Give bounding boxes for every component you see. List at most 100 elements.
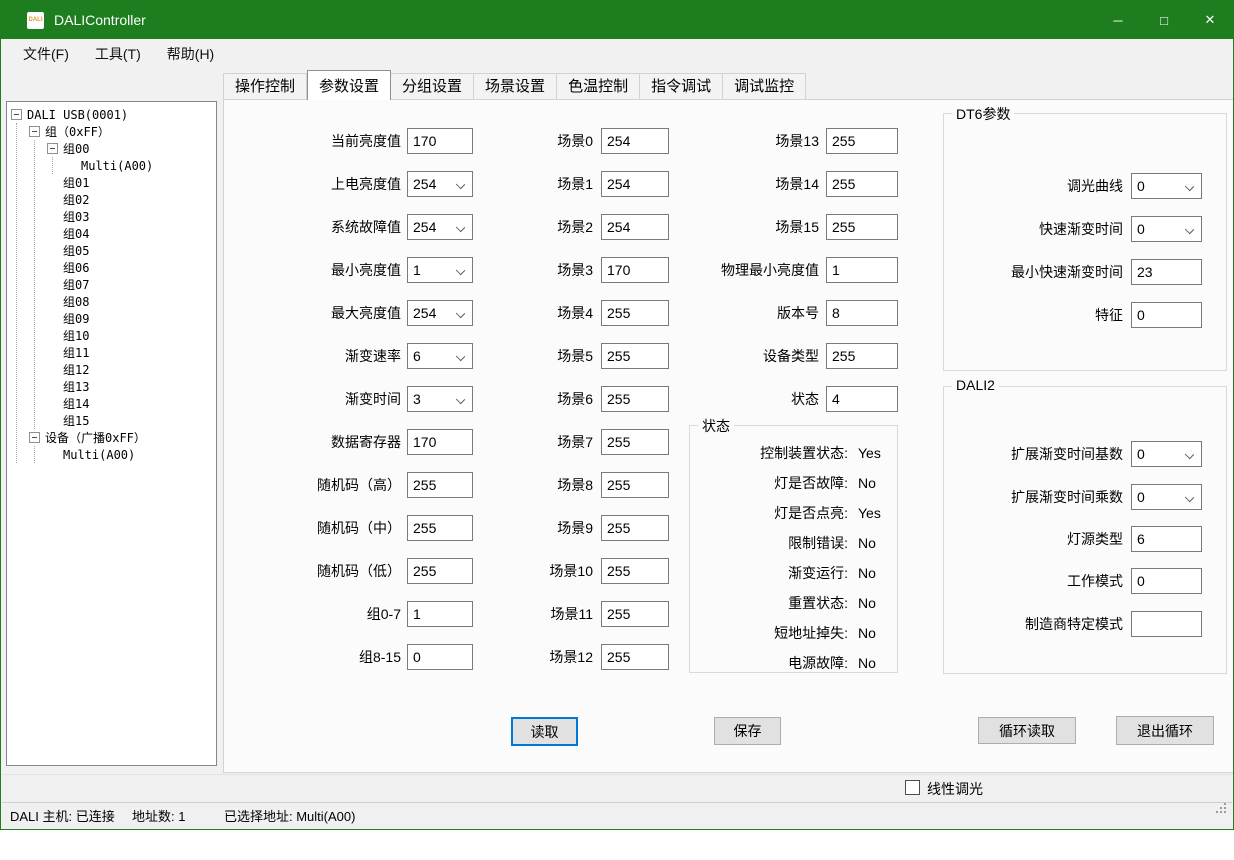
scene-3-input[interactable]	[601, 257, 669, 283]
max-level-select[interactable]: 254	[407, 300, 473, 326]
chevron-down-icon	[1185, 450, 1194, 459]
resize-grip-icon[interactable]	[1216, 803, 1228, 815]
collapse-icon[interactable]	[29, 126, 40, 137]
tree-item-group-0xff[interactable]: 组（0xFF）	[29, 123, 214, 140]
data-register-input[interactable]	[407, 429, 473, 455]
tree-item-group14[interactable]: 组14	[47, 395, 214, 412]
tree-item-group03[interactable]: 组03	[47, 208, 214, 225]
tree-item-group05[interactable]: 组05	[47, 242, 214, 259]
menu-file[interactable]: 文件(F)	[10, 39, 82, 69]
random-code-high-input[interactable]	[407, 472, 473, 498]
tree-item-device-broadcast[interactable]: 设备（广播0xFF）	[29, 429, 214, 446]
exit-loop-button[interactable]: 退出循环	[1116, 716, 1214, 745]
save-button[interactable]: 保存	[714, 717, 781, 745]
tab-scene-settings[interactable]: 场景设置	[474, 73, 557, 100]
scene-0-input[interactable]	[601, 128, 669, 154]
tree-item-group07[interactable]: 组07	[47, 276, 214, 293]
collapse-icon[interactable]	[11, 109, 22, 120]
scene-13-input[interactable]	[826, 128, 898, 154]
physical-min-level-input[interactable]	[826, 257, 898, 283]
collapse-icon[interactable]	[29, 432, 40, 443]
tree-item-group13[interactable]: 组13	[47, 378, 214, 395]
field-label: 渐变时间	[241, 389, 401, 409]
scene-9-input[interactable]	[601, 515, 669, 541]
fade-rate-select[interactable]: 6	[407, 343, 473, 369]
collapse-icon[interactable]	[47, 143, 58, 154]
field-label: 快速渐变时间	[951, 219, 1123, 239]
light-source-type-input[interactable]	[1131, 526, 1202, 552]
tree-item-label: DALI USB(0001)	[27, 108, 128, 122]
tree-item-group08[interactable]: 组08	[47, 293, 214, 310]
tree-item-label: 组09	[63, 310, 89, 327]
scene-6-input[interactable]	[601, 386, 669, 412]
dimming-curve-select[interactable]: 0	[1131, 173, 1202, 199]
chevron-down-icon	[1185, 493, 1194, 502]
tab-grouping-settings[interactable]: 分组设置	[391, 73, 474, 100]
read-button[interactable]: 读取	[511, 717, 578, 746]
random-code-low-input[interactable]	[407, 558, 473, 584]
tab-debug-monitor[interactable]: 调试监控	[723, 73, 806, 100]
minimize-icon[interactable]: ─	[1095, 1, 1141, 39]
field-label: 组0-7	[241, 604, 401, 624]
menu-help[interactable]: 帮助(H)	[154, 39, 227, 69]
scene-1-input[interactable]	[601, 171, 669, 197]
loop-read-button[interactable]: 循环读取	[978, 717, 1076, 744]
operating-mode-input[interactable]	[1131, 568, 1202, 594]
scene-15-input[interactable]	[826, 214, 898, 240]
field-label: 组8-15	[241, 647, 401, 667]
random-code-mid-input[interactable]	[407, 515, 473, 541]
tree-item-label: 组04	[63, 225, 89, 242]
current-level-input[interactable]	[407, 128, 473, 154]
scene-4-input[interactable]	[601, 300, 669, 326]
tree-item-multi-a00[interactable]: Multi(A00)	[65, 157, 214, 174]
scene-2-input[interactable]	[601, 214, 669, 240]
ext-fade-time-multiplier-select[interactable]: 0	[1131, 484, 1202, 510]
scene-11-input[interactable]	[601, 601, 669, 627]
device-type-input[interactable]	[826, 343, 898, 369]
scene-5-input[interactable]	[601, 343, 669, 369]
fast-fade-time-select[interactable]: 0	[1131, 216, 1202, 242]
tree-item-multi-a00[interactable]: Multi(A00)	[47, 446, 214, 463]
scene-8-input[interactable]	[601, 472, 669, 498]
tree-item-group11[interactable]: 组11	[47, 344, 214, 361]
group-8-15-input[interactable]	[407, 644, 473, 670]
status-value-input[interactable]	[826, 386, 898, 412]
min-fast-fade-time-input[interactable]	[1131, 259, 1202, 285]
features-input[interactable]	[1131, 302, 1202, 328]
tree-item-label: Multi(A00)	[63, 448, 135, 462]
linear-dimming-checkbox[interactable]	[905, 780, 920, 795]
min-level-select[interactable]: 1	[407, 257, 473, 283]
tab-command-debug[interactable]: 指令调试	[640, 73, 723, 100]
tree-item-group01[interactable]: 组01	[47, 174, 214, 191]
system-failure-level-select[interactable]: 254	[407, 214, 473, 240]
power-on-level-select[interactable]: 254	[407, 171, 473, 197]
tab-parameter-settings[interactable]: 参数设置	[307, 70, 391, 100]
scene-12-input[interactable]	[601, 644, 669, 670]
manufacturer-specific-mode-input[interactable]	[1131, 611, 1202, 637]
tree-item-dali-usb[interactable]: DALI USB(0001)	[11, 106, 214, 123]
field-label: 场景13	[689, 131, 819, 151]
tree-item-group09[interactable]: 组09	[47, 310, 214, 327]
fade-time-select[interactable]: 3	[407, 386, 473, 412]
tree-item-group15[interactable]: 组15	[47, 412, 214, 429]
scene-10-input[interactable]	[601, 558, 669, 584]
ext-fade-time-base-select[interactable]: 0	[1131, 441, 1202, 467]
maximize-icon[interactable]: □	[1141, 1, 1187, 39]
tree-item-group00[interactable]: 组00	[47, 140, 214, 157]
tree-item-group12[interactable]: 组12	[47, 361, 214, 378]
menu-tools[interactable]: 工具(T)	[82, 39, 154, 69]
group-0-7-input[interactable]	[407, 601, 473, 627]
tree-item-group02[interactable]: 组02	[47, 191, 214, 208]
tab-color-temp-control[interactable]: 色温控制	[557, 73, 640, 100]
scene-7-input[interactable]	[601, 429, 669, 455]
version-number-input[interactable]	[826, 300, 898, 326]
field-label: 随机码（低）	[241, 561, 401, 581]
tree-item-group06[interactable]: 组06	[47, 259, 214, 276]
close-icon[interactable]: ✕	[1187, 1, 1233, 39]
tab-operation-control[interactable]: 操作控制	[223, 73, 307, 100]
field-label: 场景6	[483, 389, 593, 409]
scene-14-input[interactable]	[826, 171, 898, 197]
status-groupbox: 状态 控制装置状态:Yes 灯是否故障:No 灯是否点亮:Yes 限制错误:No…	[689, 425, 898, 673]
tree-item-group10[interactable]: 组10	[47, 327, 214, 344]
tree-item-group04[interactable]: 组04	[47, 225, 214, 242]
